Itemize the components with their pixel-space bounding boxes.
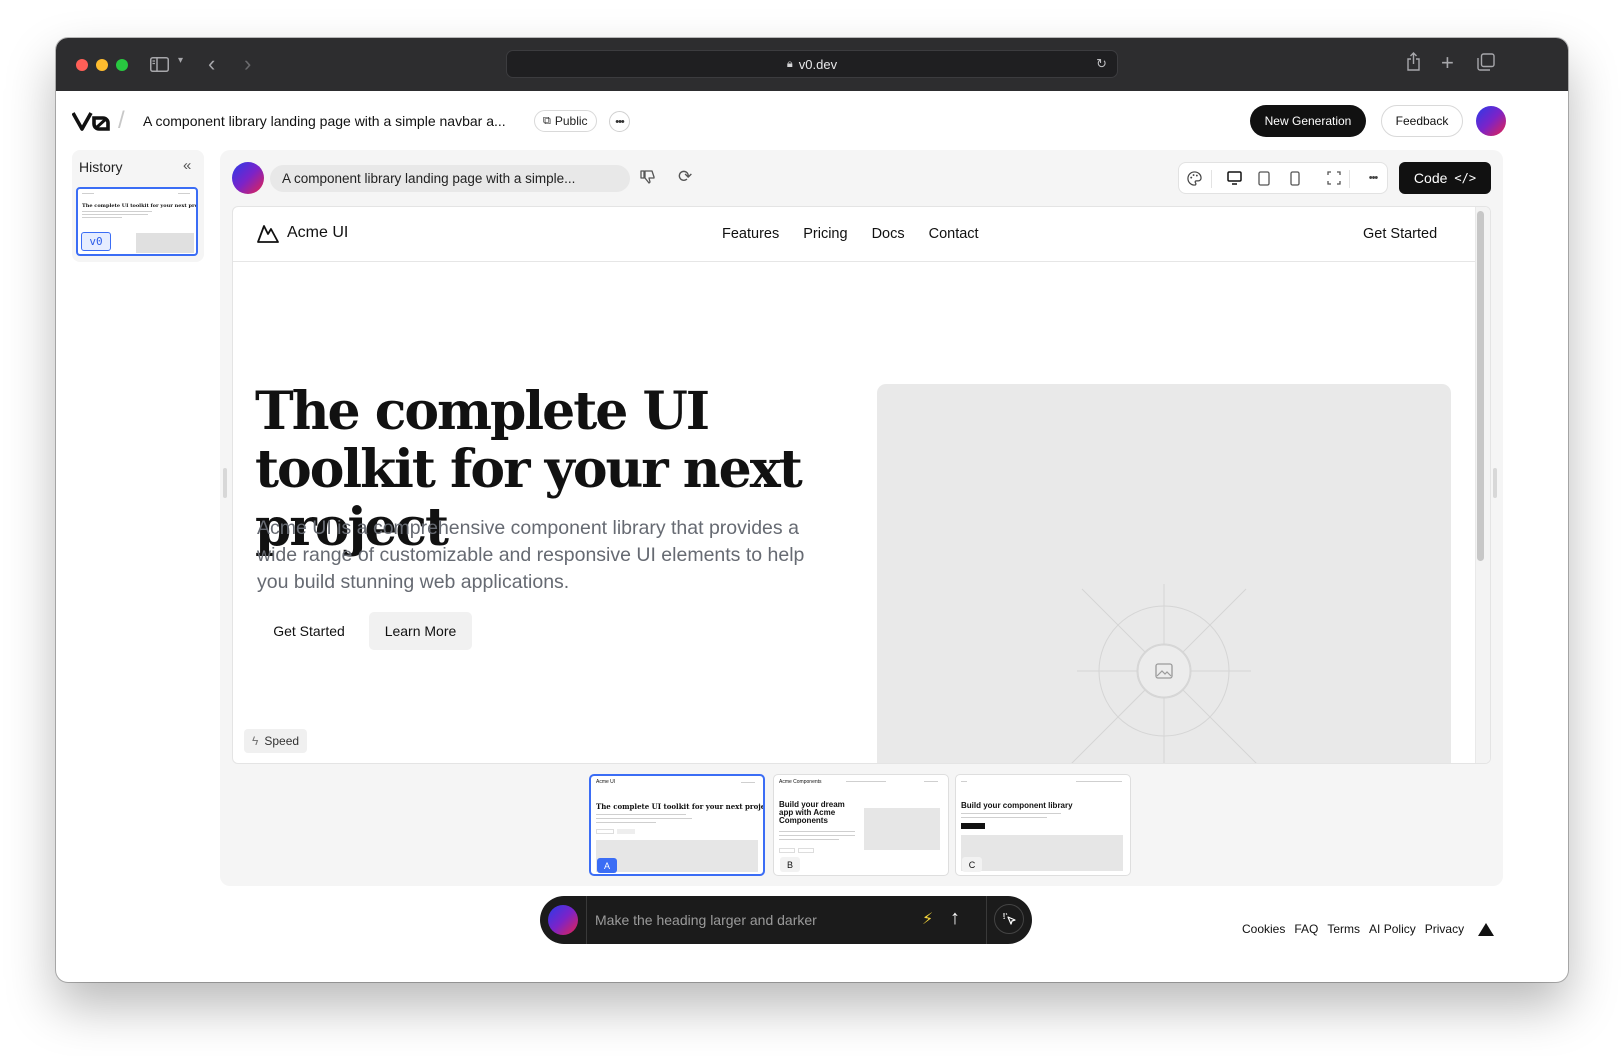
minimize-window-button[interactable] <box>96 58 108 71</box>
code-icon: </> <box>1454 171 1477 185</box>
speed-label: Speed <box>264 734 300 748</box>
footer-terms-link[interactable]: Terms <box>1327 922 1360 936</box>
preview-brand-name: Acme UI <box>287 224 349 241</box>
variant-b-thumbnail[interactable]: Acme Components Build your dream app wit… <box>773 774 949 876</box>
variant-a-letter: A <box>597 858 617 873</box>
variant-b-brand: Acme Components <box>779 779 822 785</box>
lightning-icon: ϟ <box>252 734 259 748</box>
nav-get-started-link[interactable]: Get Started <box>1363 226 1437 242</box>
fullscreen-icon[interactable] <box>1319 163 1349 193</box>
preview-brand[interactable]: Acme UI <box>257 223 348 243</box>
variant-c-letter: C <box>962 857 982 872</box>
app-header: / A component library landing page with … <box>56 91 1568 153</box>
nav-link-pricing[interactable]: Pricing <box>803 226 847 242</box>
preview-nav-links: Features Pricing Docs Contact <box>722 226 979 242</box>
code-button[interactable]: Code </> <box>1399 162 1491 194</box>
chat-avatar <box>548 905 578 935</box>
nav-link-docs[interactable]: Docs <box>872 226 905 242</box>
history-item-headline: The complete UI toolkit for your next pr… <box>82 203 198 209</box>
footer-links: Cookies FAQ Terms AI Policy Privacy <box>1242 922 1495 936</box>
back-icon[interactable]: ‹ <box>208 51 215 77</box>
feedback-button[interactable]: Feedback <box>1381 105 1463 137</box>
regenerate-icon[interactable]: ⟳ <box>678 167 692 187</box>
speed-badge[interactable]: ϟ Speed <box>244 729 308 753</box>
variant-b-headline: Build your dream app with Acme Component… <box>779 800 845 825</box>
browser-toolbar: ▾ ‹ › 🔒︎ v0.dev ↻ + <box>56 38 1568 91</box>
preview-frame[interactable]: Acme UI Features Pricing Docs Contact Ge… <box>232 206 1491 764</box>
lightning-icon[interactable]: ⚡︎ <box>922 909 933 929</box>
external-link-icon: ⧉ <box>543 114 551 127</box>
history-title: History <box>79 159 123 175</box>
footer-ai-policy-link[interactable]: AI Policy <box>1369 922 1416 936</box>
more-icon[interactable]: ••• <box>1358 163 1388 193</box>
preview-toolbar: ••• <box>1178 162 1388 194</box>
mountain-icon <box>257 225 279 243</box>
reload-icon[interactable]: ↻ <box>1096 56 1107 72</box>
hero-learn-more-button[interactable]: Learn More <box>369 612 472 650</box>
footer-faq-link[interactable]: FAQ <box>1294 922 1318 936</box>
footer-cookies-link[interactable]: Cookies <box>1242 922 1285 936</box>
chat-bar: ⚡︎ ↑ <box>540 896 1032 944</box>
visibility-button[interactable]: ⧉ Public <box>534 110 597 132</box>
close-window-button[interactable] <box>76 58 88 71</box>
lock-icon: 🔒︎ <box>786 57 793 70</box>
mobile-view-icon[interactable] <box>1280 163 1310 193</box>
variant-c-headline: Build your component library <box>961 801 1073 810</box>
chat-input[interactable] <box>595 910 905 930</box>
tab-overview-icon[interactable] <box>1477 53 1495 71</box>
tablet-view-icon[interactable] <box>1249 163 1279 193</box>
palette-icon[interactable] <box>1179 163 1209 193</box>
user-avatar[interactable] <box>1476 106 1506 136</box>
project-title[interactable]: A component library landing page with a … <box>143 113 506 129</box>
chevron-down-icon[interactable]: ▾ <box>178 55 183 66</box>
prompt-avatar <box>232 162 264 194</box>
left-resize-handle[interactable] <box>223 468 227 498</box>
v0-logo-icon[interactable] <box>71 110 112 132</box>
hero-get-started-button[interactable]: Get Started <box>257 612 361 650</box>
nav-link-features[interactable]: Features <box>722 226 779 242</box>
hero-image-placeholder <box>877 384 1451 763</box>
variant-a-headline: The complete UI toolkit for your next pr… <box>596 802 765 811</box>
thumbs-down-icon[interactable] <box>640 169 656 185</box>
maximize-window-button[interactable] <box>116 58 128 71</box>
more-options-icon[interactable]: ••• <box>609 111 630 132</box>
address-bar[interactable]: 🔒︎ v0.dev ↻ <box>506 50 1118 78</box>
select-element-icon[interactable] <box>994 904 1024 934</box>
preview-navbar: Acme UI Features Pricing Docs Contact Ge… <box>233 207 1475 262</box>
forward-icon[interactable]: › <box>244 51 251 77</box>
send-arrow-icon[interactable]: ↑ <box>950 907 960 930</box>
right-resize-handle[interactable] <box>1493 468 1497 498</box>
sidebar-toggle-icon[interactable] <box>148 54 170 74</box>
history-item[interactable]: The complete UI toolkit for your next pr… <box>76 187 198 256</box>
footer-privacy-link[interactable]: Privacy <box>1425 922 1464 936</box>
share-icon[interactable] <box>1406 52 1421 71</box>
prompt-text[interactable]: A component library landing page with a … <box>270 165 630 192</box>
main-panel: A component library landing page with a … <box>220 150 1503 886</box>
history-panel: History « The complete UI toolkit for yo… <box>72 150 204 262</box>
variant-a-thumbnail[interactable]: Acme UI The complete UI toolkit for your… <box>589 774 765 876</box>
vercel-logo-icon[interactable] <box>1478 922 1495 936</box>
variant-b-letter: B <box>780 857 800 872</box>
desktop-view-icon[interactable] <box>1219 163 1249 193</box>
url-text: v0.dev <box>798 56 838 72</box>
window-controls <box>76 58 128 71</box>
new-tab-icon[interactable]: + <box>1441 50 1454 76</box>
hero-description: Acme UI is a comprehensive component lib… <box>257 517 805 593</box>
version-badge: v0 <box>81 232 111 251</box>
variant-c-thumbnail[interactable]: Build your component library C <box>955 774 1131 876</box>
new-generation-button[interactable]: New Generation <box>1250 105 1366 137</box>
image-placeholder-graphic <box>1071 584 1257 763</box>
visibility-label: Public <box>554 114 588 128</box>
nav-link-contact[interactable]: Contact <box>929 226 979 242</box>
code-label: Code <box>1413 170 1448 186</box>
browser-window: ▾ ‹ › 🔒︎ v0.dev ↻ + / A component librar… <box>56 38 1568 982</box>
breadcrumb-separator: / <box>118 107 125 134</box>
variant-a-brand: Acme UI <box>596 779 616 785</box>
preview-scrollbar[interactable] <box>1477 211 1484 561</box>
collapse-icon[interactable]: « <box>183 157 191 174</box>
